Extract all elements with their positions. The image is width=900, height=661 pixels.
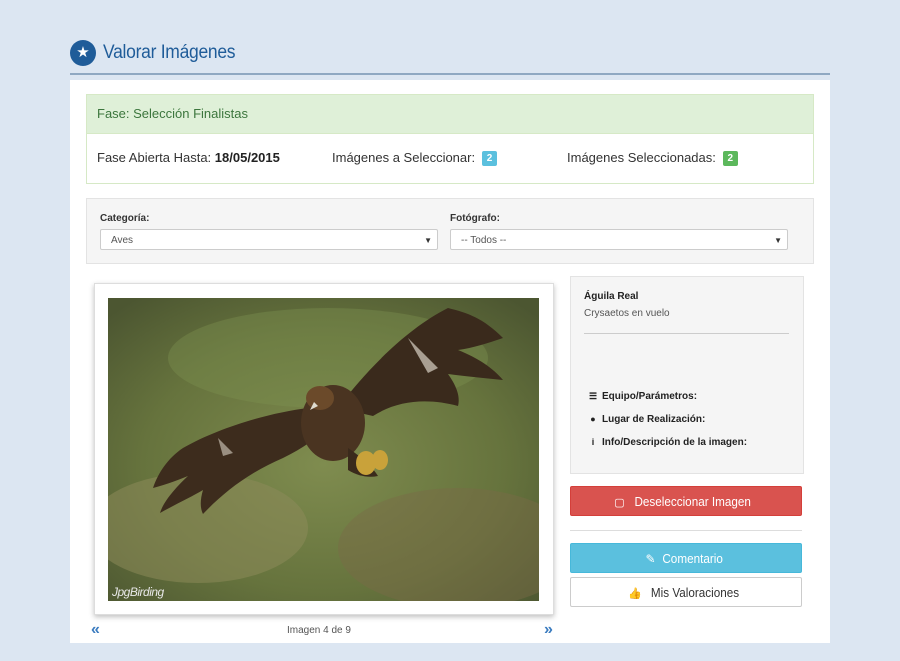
prev-image-icon[interactable]: « xyxy=(91,621,100,639)
contest-image[interactable]: JpgBirding xyxy=(108,298,539,601)
main-panel: Fase: Selección Finalistas Fase Abierta … xyxy=(70,80,830,643)
image-title: Águila Real xyxy=(584,291,639,302)
photographer-label: Fotógrafo: xyxy=(450,213,500,224)
chevron-down-icon: ▼ xyxy=(774,236,782,245)
location-row: ● Lugar de Realización: xyxy=(588,414,705,425)
photographer-select[interactable]: -- Todos -- ▼ xyxy=(450,229,788,250)
location-label: Lugar de Realización: xyxy=(602,414,706,425)
selected-badge: 2 xyxy=(722,151,739,166)
info-divider xyxy=(584,333,789,334)
photographer-value: -- Todos -- xyxy=(461,235,507,246)
phase-title: Fase: Selección Finalistas xyxy=(87,95,813,134)
image-frame: JpgBirding xyxy=(94,283,554,615)
ratings-label: Mis Valoraciones xyxy=(650,585,739,600)
open-until-label: Fase Abierta Hasta: xyxy=(97,150,212,165)
deselect-image-button[interactable]: ▢ Deseleccionar Imagen xyxy=(570,486,802,516)
image-counter: Imagen 4 de 9 xyxy=(287,625,351,636)
phase-selected: Imágenes Seleccionadas: 2 xyxy=(567,150,739,166)
image-watermark: JpgBirding xyxy=(112,585,164,599)
phase-info-row: Fase Abierta Hasta: 18/05/2015 Imágenes … xyxy=(87,134,813,183)
open-until-value: 18/05/2015 xyxy=(214,150,280,165)
to-select-badge: 2 xyxy=(481,151,498,166)
comment-label: Comentario xyxy=(662,551,724,566)
category-value: Aves xyxy=(111,235,134,246)
star-icon: ★ xyxy=(70,40,96,66)
chevron-down-icon: ▼ xyxy=(424,236,432,245)
phase-to-select: Imágenes a Seleccionar: 2 xyxy=(332,150,498,166)
description-label: Info/Descripción de la imagen: xyxy=(602,437,748,448)
image-subtitle: Crysaetos en vuelo xyxy=(584,308,670,319)
page-header: ★ Valorar Imágenes xyxy=(70,36,830,75)
phase-panel: Fase: Selección Finalistas Fase Abierta … xyxy=(86,94,814,184)
equipment-label: Equipo/Parámetros: xyxy=(602,391,698,402)
phase-open-until: Fase Abierta Hasta: 18/05/2015 xyxy=(97,150,280,165)
button-divider xyxy=(570,530,802,531)
equipment-row: ☰ Equipo/Parámetros: xyxy=(588,391,697,402)
to-select-label: Imágenes a Seleccionar: xyxy=(332,150,476,165)
thumbs-up-icon: 👍 xyxy=(628,588,643,600)
sliders-icon: ☰ xyxy=(588,391,598,401)
edit-icon: ✎ xyxy=(645,552,656,566)
next-image-icon[interactable]: » xyxy=(544,621,553,639)
eagle-illustration xyxy=(108,298,539,601)
comment-button[interactable]: ✎ Comentario xyxy=(570,543,802,573)
image-info-panel: Águila Real Crysaetos en vuelo ☰ Equipo/P… xyxy=(570,276,804,474)
category-select[interactable]: Aves ▼ xyxy=(100,229,438,250)
map-marker-icon: ● xyxy=(590,414,596,424)
selected-label: Imágenes Seleccionadas: xyxy=(567,150,716,165)
filters-panel: Categoría: Aves ▼ Fotógrafo: -- Todos --… xyxy=(86,198,814,264)
deselect-label: Deseleccionar Imagen xyxy=(634,494,752,509)
my-ratings-button[interactable]: 👍 Mis Valoraciones xyxy=(570,577,802,607)
page-title: Valorar Imágenes xyxy=(103,42,236,63)
checkbox-icon: ▢ xyxy=(614,497,625,509)
description-row: i Info/Descripción de la imagen: xyxy=(588,437,747,448)
category-label: Categoría: xyxy=(100,213,150,224)
info-icon: i xyxy=(591,437,595,447)
